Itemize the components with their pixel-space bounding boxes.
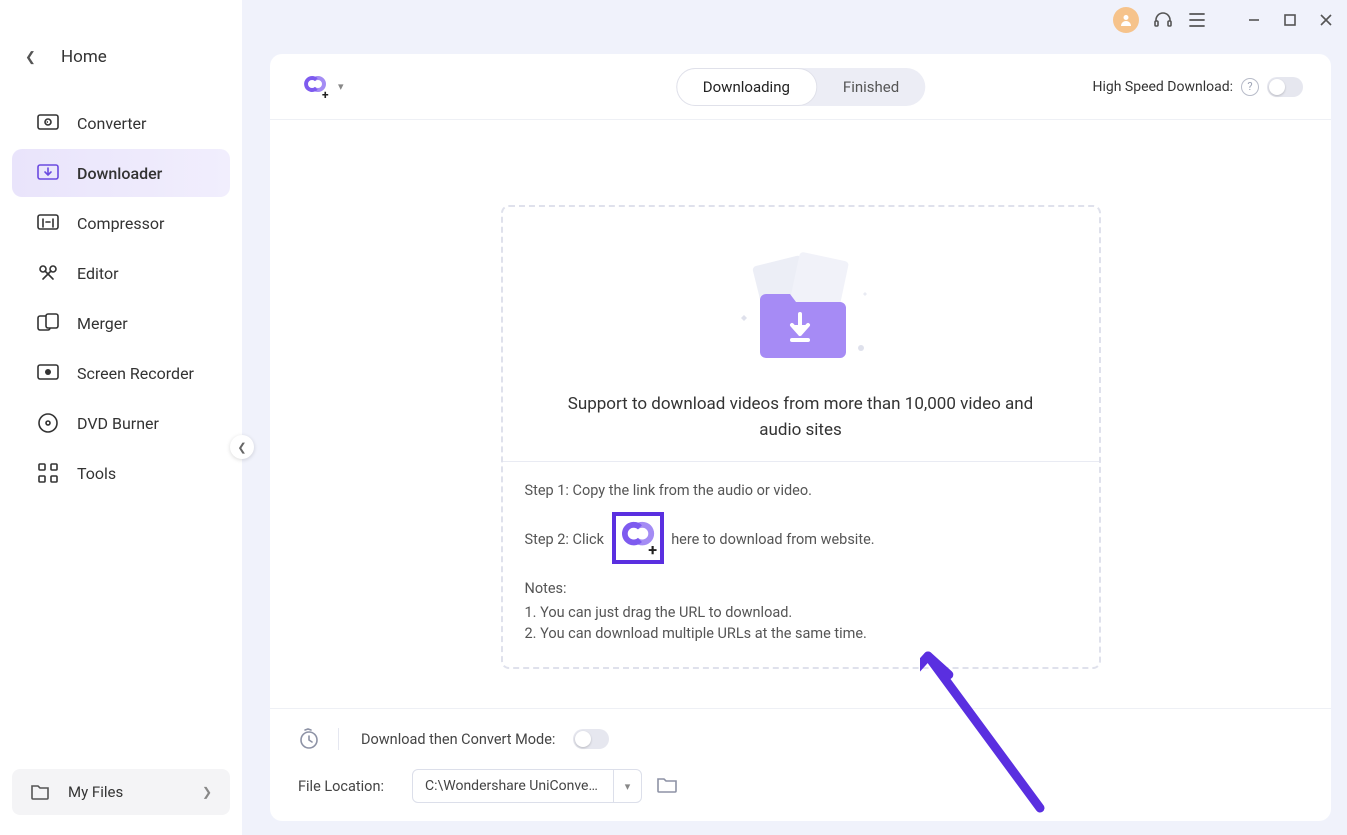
sidebar-nav: ❮ Home Converter Downloader Compressor xyxy=(0,0,242,769)
dropzone-upper: Support to download videos from more tha… xyxy=(503,207,1099,461)
add-link-button[interactable]: + ▾ xyxy=(300,72,344,102)
chevron-left-icon: ❮ xyxy=(25,50,43,65)
divider xyxy=(338,728,339,750)
help-icon[interactable]: ? xyxy=(1241,78,1259,96)
my-files-label: My Files xyxy=(68,783,202,801)
sidebar-item-tools[interactable]: Tools xyxy=(12,449,230,497)
step2-link-icon-box: + xyxy=(612,512,664,564)
high-speed-download: High Speed Download: ? xyxy=(1092,77,1303,97)
scheduler-icon[interactable] xyxy=(298,728,320,750)
nav-label: Converter xyxy=(77,114,146,133)
step-1: Step 1: Copy the link from the audio or … xyxy=(525,480,1077,502)
title-bar xyxy=(242,0,1347,40)
caret-down-icon: ▾ xyxy=(338,80,344,93)
converter-icon xyxy=(37,113,63,133)
step2-post: here to download from website. xyxy=(671,531,874,548)
hsd-toggle[interactable] xyxy=(1267,77,1303,97)
sidebar-item-screen-recorder[interactable]: Screen Recorder xyxy=(12,349,230,397)
step-2: Step 2: Click + here to download from we… xyxy=(525,514,1077,566)
note-1: 1. You can just drag the URL to download… xyxy=(525,602,1077,624)
dvd-burner-icon xyxy=(37,413,63,433)
user-avatar[interactable] xyxy=(1113,7,1139,33)
chevron-right-icon: ❯ xyxy=(202,785,212,799)
notes-heading: Notes: xyxy=(525,578,1077,600)
footer-row-location: File Location: C:\Wondershare UniConvert… xyxy=(298,769,1303,803)
note-2: 2. You can download multiple URLs at the… xyxy=(525,623,1077,645)
step2-pre: Step 2: Click xyxy=(525,531,604,548)
dropzone[interactable]: Support to download videos from more tha… xyxy=(501,205,1101,669)
card-footer: Download then Convert Mode: File Locatio… xyxy=(270,708,1331,821)
nav-label: Screen Recorder xyxy=(77,364,194,383)
nav-label: Compressor xyxy=(77,214,164,233)
editor-icon xyxy=(37,263,63,283)
footer-row-convert: Download then Convert Mode: xyxy=(298,721,1303,757)
sidebar-item-converter[interactable]: Converter xyxy=(12,99,230,147)
file-location-label: File Location: xyxy=(298,778,398,795)
convert-mode-label: Download then Convert Mode: xyxy=(361,731,555,748)
tools-icon xyxy=(37,463,63,483)
main-area: + ▾ Downloading Finished High Speed Down… xyxy=(242,0,1347,835)
sidebar-item-dvd-burner[interactable]: DVD Burner xyxy=(12,399,230,447)
nav-label: Merger xyxy=(77,314,128,333)
nav-label: Downloader xyxy=(77,164,162,183)
link-plus-icon: + xyxy=(300,72,330,102)
svg-text:+: + xyxy=(322,88,329,102)
nav-label: Editor xyxy=(77,264,118,283)
screen-recorder-icon xyxy=(37,363,63,383)
dropzone-title: Support to download videos from more tha… xyxy=(533,392,1069,443)
svg-text:+: + xyxy=(648,540,657,559)
convert-mode-toggle[interactable] xyxy=(573,729,609,749)
downloader-icon xyxy=(37,163,63,183)
nav-label: Tools xyxy=(77,464,116,483)
minimize-button[interactable] xyxy=(1243,9,1265,31)
hsd-label: High Speed Download: xyxy=(1092,79,1233,95)
nav-label: DVD Burner xyxy=(77,414,159,433)
card-header: + ▾ Downloading Finished High Speed Down… xyxy=(270,54,1331,120)
sidebar-item-editor[interactable]: Editor xyxy=(12,249,230,297)
card-body: Support to download videos from more tha… xyxy=(270,120,1331,708)
close-button[interactable] xyxy=(1315,9,1337,31)
sidebar: ❮ Home Converter Downloader Compressor xyxy=(0,0,242,835)
hamburger-menu-icon[interactable] xyxy=(1187,10,1207,30)
merger-icon xyxy=(37,313,63,333)
tab-downloading[interactable]: Downloading xyxy=(676,68,817,106)
tab-finished[interactable]: Finished xyxy=(817,68,925,106)
file-location-path: C:\Wondershare UniConverter 1 xyxy=(413,778,613,794)
content-card: + ▾ Downloading Finished High Speed Down… xyxy=(270,54,1331,821)
home-button[interactable]: ❮ Home xyxy=(0,35,242,79)
home-label: Home xyxy=(61,47,107,67)
sidebar-item-downloader[interactable]: Downloader xyxy=(12,149,230,197)
maximize-button[interactable] xyxy=(1279,9,1301,31)
sidebar-item-merger[interactable]: Merger xyxy=(12,299,230,347)
dropzone-illustration xyxy=(533,237,1069,377)
tab-segment: Downloading Finished xyxy=(676,68,925,106)
file-location-select: C:\Wondershare UniConverter 1 ▾ xyxy=(412,769,642,803)
compressor-icon xyxy=(37,213,63,233)
file-location-dropdown[interactable]: ▾ xyxy=(613,770,641,802)
dropzone-instructions: Step 1: Copy the link from the audio or … xyxy=(503,461,1099,667)
sidebar-item-compressor[interactable]: Compressor xyxy=(12,199,230,247)
support-headset-icon[interactable] xyxy=(1153,10,1173,30)
folder-icon xyxy=(30,783,56,801)
my-files-button[interactable]: My Files ❯ xyxy=(12,769,230,815)
open-folder-button[interactable] xyxy=(656,775,678,797)
